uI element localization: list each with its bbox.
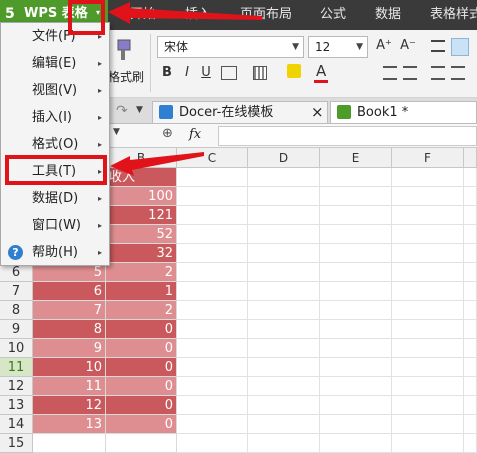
annotation-arrows [108,2,262,176]
arrow-to-tools-menu [110,152,204,176]
arrow-to-app-button [108,2,262,24]
